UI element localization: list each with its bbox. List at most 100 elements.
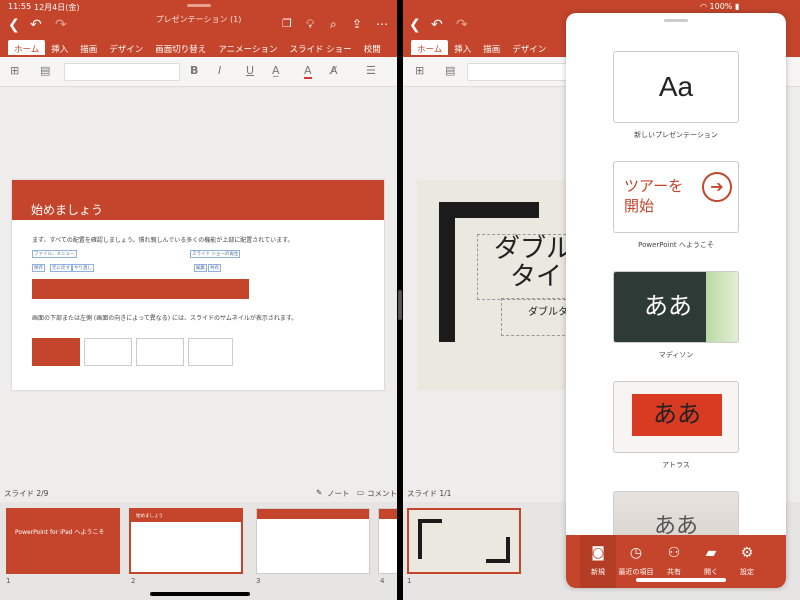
tab-draw[interactable]: 描画	[477, 40, 506, 55]
underline-icon[interactable]: U	[246, 64, 254, 77]
template-preview: Aa	[658, 71, 694, 102]
bullets-icon[interactable]: ☰	[366, 64, 376, 77]
template-madison[interactable]: ああ	[613, 271, 739, 343]
home-indicator[interactable]	[150, 592, 250, 596]
tab-insert[interactable]: 挿入	[448, 40, 477, 55]
title-bar: 11:55 12月4日(金) プレゼンテーション (1) ❮ ↶ ↷ ❐ 💡︎ …	[0, 0, 397, 40]
panel-grabber[interactable]	[664, 19, 688, 22]
tab-design[interactable]: デザイン	[506, 40, 552, 55]
nav-open[interactable]: ▰ 開く	[693, 545, 729, 577]
thumb3-header	[257, 509, 369, 519]
new-doc-icon: ◙	[591, 545, 605, 561]
thumb-number: 3	[256, 577, 261, 585]
tab-insert[interactable]: 挿入	[45, 40, 74, 55]
font-name-field[interactable]	[64, 63, 180, 81]
font-color-icon[interactable]: A	[304, 64, 312, 79]
share-icon[interactable]: ⇪	[352, 17, 362, 31]
mini-thumb	[32, 338, 80, 366]
template-label: アトラス	[662, 461, 690, 469]
thumb2-title: 始めましょう	[131, 510, 241, 522]
slide-thumbnail-1[interactable]	[407, 508, 521, 574]
tab-draw[interactable]: 描画	[74, 40, 103, 55]
clock-icon: ◷	[629, 545, 643, 561]
back-icon[interactable]: ❮	[8, 17, 20, 33]
more-icon[interactable]: ⋯	[376, 17, 388, 31]
split-view-handle[interactable]	[398, 290, 402, 320]
template-preview: ああ	[644, 292, 692, 320]
battery-text: 100%	[709, 2, 733, 11]
slide-title: 始めましょう	[12, 180, 384, 220]
notes-icon[interactable]: ✎	[316, 488, 322, 497]
thumbnail-strip: PowerPoint for iPad へようこそ 始めましょう 1 2 3 4	[0, 502, 397, 600]
bold-icon[interactable]: B	[190, 64, 198, 77]
slide-thumbnail-2[interactable]: 始めましょう	[129, 508, 243, 574]
slide-counter: スライド 2/9	[4, 489, 49, 498]
back-icon[interactable]: ❮	[409, 17, 421, 33]
template-label: マディソン	[658, 351, 694, 359]
duplicate-icon[interactable]: ❐	[282, 17, 292, 30]
tab-animations[interactable]: アニメーション	[212, 40, 283, 55]
tab-home[interactable]: ホーム	[411, 40, 449, 55]
redo-icon[interactable]: ↷	[456, 17, 468, 33]
undo-icon[interactable]: ↶	[431, 17, 443, 33]
status-time: 11:55	[8, 2, 32, 11]
wifi-icon: ◠	[700, 2, 707, 11]
thumb1-title: PowerPoint for iPad へようこそ	[15, 529, 105, 536]
template-blank[interactable]: Aa	[613, 51, 739, 123]
slide-canvas[interactable]: 始めましょう まず、すべての配置を確認しましょう。慣れ親しんでいる多くの機能が上…	[12, 180, 384, 390]
tab-transitions[interactable]: 画面切り替え	[149, 40, 212, 55]
italic-icon[interactable]: I	[218, 64, 221, 77]
new-slide-icon[interactable]: ⊞	[415, 64, 424, 77]
battery-icon: ▮	[734, 2, 740, 11]
undo-icon[interactable]: ↶	[30, 17, 42, 33]
layout-icon[interactable]: ▤	[445, 64, 455, 77]
redo-icon[interactable]: ↷	[55, 17, 67, 33]
template-welcome[interactable]: ツアーを 開始 ➔	[613, 161, 739, 233]
home-indicator[interactable]	[636, 578, 726, 582]
mini-thumb	[136, 338, 184, 366]
comment-icon[interactable]: ▭	[357, 488, 364, 497]
nav-recent[interactable]: ◷ 最近の項目	[618, 545, 654, 577]
thumb-frame-corner	[418, 519, 422, 559]
search-icon[interactable]: ⌕	[330, 17, 337, 32]
folder-icon: ▰	[705, 545, 717, 561]
thumb-number: 4	[380, 577, 385, 585]
slide-thumbnail-3[interactable]	[256, 508, 370, 574]
clear-format-icon[interactable]: A̸	[330, 64, 338, 77]
nav-shared[interactable]: ⚇ 共有	[656, 545, 692, 577]
nav-label: 設定	[740, 568, 754, 576]
label-share: 共有	[208, 264, 221, 272]
tab-home[interactable]: ホーム	[8, 40, 46, 55]
tab-slideshow[interactable]: スライド ショー	[283, 40, 357, 55]
template-preview: ツアーを 開始	[624, 177, 684, 215]
slide-thumbnail-1[interactable]: PowerPoint for iPad へようこそ	[6, 508, 120, 574]
template-atlas[interactable]: ああ	[613, 381, 739, 453]
template-label: 新しいプレゼンテーション	[634, 131, 718, 139]
tab-design[interactable]: デザイン	[103, 40, 149, 55]
mini-toolbar-illustration	[32, 279, 249, 299]
slide-text-1: まず、すべての配置を確認しましょう。慣れ親しんでいる多くの機能が上部に配置されて…	[32, 237, 294, 244]
nav-new[interactable]: ◙ 新規	[580, 535, 616, 588]
slide-footer: スライド 2/9 ✎ ノート ▭ コメント	[0, 488, 397, 502]
slide-text-2: 画面の下部または左側 (画面の向きによって異なる) には、スライドのサムネイルが…	[32, 315, 298, 322]
highlight-icon[interactable]: A̲	[272, 64, 280, 77]
layout-icon[interactable]: ▤	[40, 64, 50, 77]
template-label: PowerPoint へようこそ	[638, 241, 714, 249]
lightbulb-icon[interactable]: 💡︎	[306, 17, 314, 32]
thumb-number: 1	[6, 577, 11, 585]
nav-label: 新規	[591, 568, 605, 576]
tab-review[interactable]: 校閲	[358, 40, 387, 55]
notes-button[interactable]: ノート	[327, 488, 350, 499]
people-icon: ⚇	[667, 545, 681, 561]
nav-settings[interactable]: ⚙ 設定	[729, 545, 765, 577]
left-app-pane: 11:55 12月4日(金) プレゼンテーション (1) ❮ ↶ ↷ ❐ 💡︎ …	[0, 0, 397, 600]
mini-thumb	[84, 338, 132, 366]
new-slide-icon[interactable]: ⊞	[10, 64, 19, 77]
font-name-field[interactable]	[467, 63, 567, 81]
status-icons: ◠ 100% ▮	[700, 2, 739, 11]
frame-bar-horizontal	[439, 202, 539, 218]
mini-thumb	[188, 338, 233, 366]
slide-thumbnail-4[interactable]	[378, 508, 397, 574]
window-drag-handle[interactable]	[186, 4, 211, 7]
comments-button[interactable]: コメント	[367, 488, 397, 499]
